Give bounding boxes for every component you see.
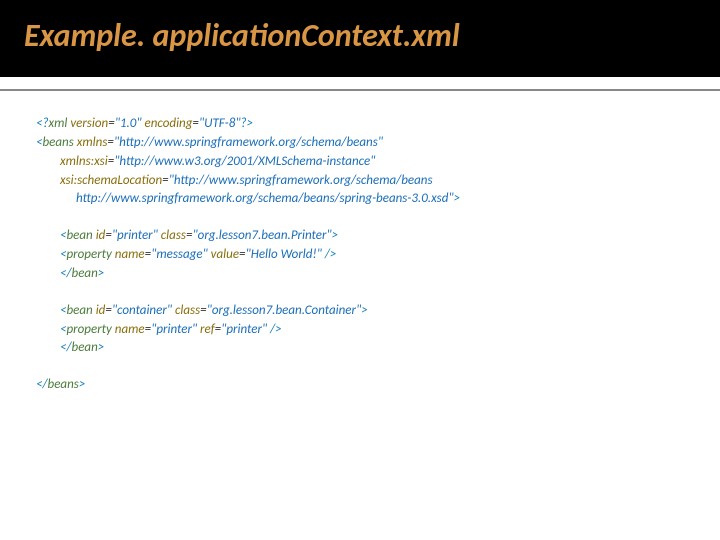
code-line-5: http://www.springframework.org/schema/be… <box>36 190 684 209</box>
code-line-12: </beans> <box>36 376 684 395</box>
blank-line <box>36 284 684 302</box>
blank-line <box>36 209 684 227</box>
blank-line <box>36 358 684 376</box>
code-line-10: <property name="printer" ref="printer" /… <box>36 321 684 340</box>
code-line-1: <?xml version="1.0" encoding="UTF-8"?> <box>36 115 684 134</box>
code-block: <?xml version="1.0" encoding="UTF-8"?> <… <box>0 91 720 395</box>
code-line-9: <bean id="container" class="org.lesson7.… <box>36 302 684 321</box>
code-line-4: xsi:schemaLocation="http://www.springfra… <box>36 172 684 191</box>
code-line-6: <bean id="printer" class="org.lesson7.be… <box>36 227 684 246</box>
code-line-11: </bean> <box>36 339 684 358</box>
slide-title: Example. applicationContext.xml <box>24 16 696 55</box>
code-line-8: </bean> <box>36 265 684 284</box>
code-line-3: xmlns:xsi="http://www.w3.org/2001/XMLSch… <box>36 153 684 172</box>
code-line-7: <property name="message" value="Hello Wo… <box>36 246 684 265</box>
code-line-2: <beans xmlns="http://www.springframework… <box>36 134 684 153</box>
slide-header: Example. applicationContext.xml <box>0 0 720 77</box>
